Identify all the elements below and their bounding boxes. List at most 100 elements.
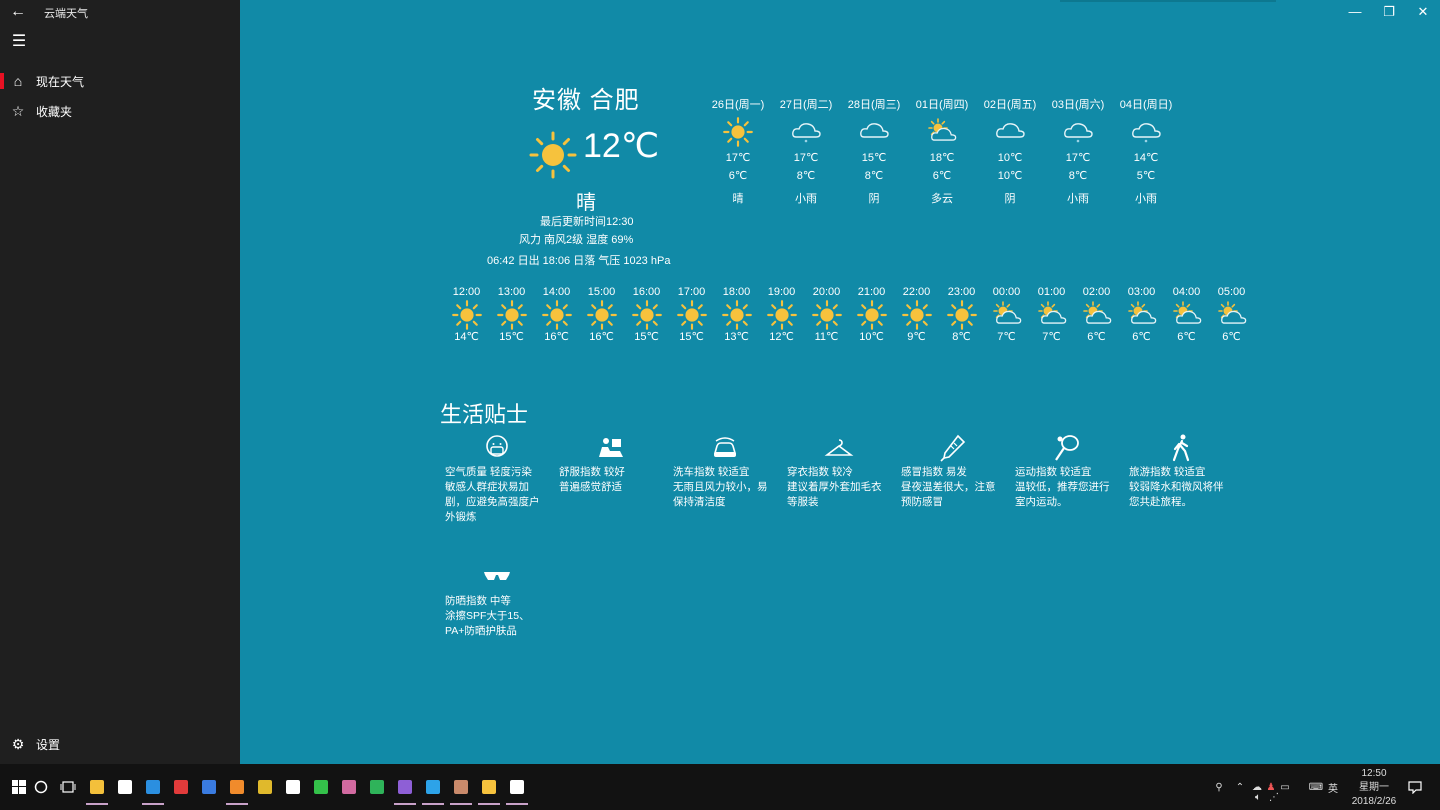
main-content: — ❐ ✕ 安徽 合肥 12℃ 晴 最后更新时间12:30 风力 南风2级 湿度… <box>240 0 1440 764</box>
app-glyph <box>370 780 384 794</box>
hour-time: 21:00 <box>857 286 886 298</box>
cloud-icon <box>996 123 1025 138</box>
sidebar-item-current-weather[interactable]: ⌂ 现在天气 <box>0 66 240 96</box>
app-glyph <box>90 780 104 794</box>
settings-app-icon[interactable] <box>502 767 532 807</box>
forecast-date: 03日(周六) <box>1051 99 1105 111</box>
hourly-forecast-item: 23:00 8℃ <box>939 285 984 344</box>
sun-icon <box>631 300 662 330</box>
forecast-low: 10℃ <box>997 170 1023 182</box>
forecast-low: 8℃ <box>796 170 816 182</box>
hamburger-menu-icon[interactable]: ☰ <box>8 32 30 52</box>
forecast-date: 04日(周日) <box>1119 99 1173 111</box>
tip-text: 空气质量 轻度污染 敏感人群症状易加剧，应避免高强度户外锻炼 <box>445 466 540 523</box>
tip-travel: 旅游指数 较适宜 较弱降水和微风将伴您共赴旅程。 <box>1126 433 1232 510</box>
hour-temp: 11℃ <box>814 331 839 343</box>
language-indicator[interactable]: 英 <box>1326 780 1340 795</box>
blue-app-icon[interactable] <box>194 767 224 807</box>
clock[interactable]: 12:50 星期一 2018/2/26 <box>1346 767 1402 809</box>
hour-time: 04:00 <box>1172 286 1201 298</box>
cloud-icon <box>860 123 889 138</box>
daily-forecast-item: 01日(周四) 18℃ 6℃ 多云 <box>908 97 976 207</box>
partly-cloudy-icon <box>992 301 1021 324</box>
cloud-app-icon[interactable] <box>334 767 364 807</box>
daily-forecast-item: 02日(周五) 10℃ 10℃ 阴 <box>976 97 1044 207</box>
store-icon[interactable] <box>110 767 140 807</box>
volume-icon[interactable]: 🔈︎ <box>1250 792 1266 803</box>
app-glyph <box>230 780 244 794</box>
last-updated: 最后更新时间12:30 <box>540 216 634 228</box>
hour-temp: 7℃ <box>997 331 1016 343</box>
keyboard-icon[interactable]: ⌨ <box>1306 782 1326 793</box>
app-glyph <box>118 780 132 794</box>
mail-icon[interactable] <box>278 767 308 807</box>
weather-app-icon[interactable] <box>474 767 504 807</box>
forecast-date: 26日(周一) <box>711 99 765 111</box>
hourly-forecast-item: 21:00 10℃ <box>849 285 894 344</box>
clock-time: 12:50 <box>1361 768 1387 779</box>
sun-icon <box>496 300 527 330</box>
people-icon[interactable]: ⚲ <box>1212 782 1226 793</box>
hourly-forecast-item: 02:00 6℃ <box>1074 285 1119 344</box>
app-glyph <box>258 780 272 794</box>
green-c-icon[interactable] <box>362 767 392 807</box>
wifi-icon[interactable]: ⋰ <box>1266 792 1282 803</box>
sun-icon <box>541 300 572 330</box>
sun-icon <box>856 300 887 330</box>
city-name: 安徽 合肥 <box>532 87 640 114</box>
hour-temp: 16℃ <box>589 331 614 343</box>
close-button[interactable]: ✕ <box>1406 0 1440 24</box>
daily-forecast: 26日(周一) 17℃ 6℃ 晴 27日(周二) 17℃ 8℃ 小雨 28日(周三) 15℃ 8℃ 阴… <box>704 97 1180 207</box>
partly-cloudy-icon <box>1082 301 1111 324</box>
partly-cloudy-icon <box>928 118 957 141</box>
sun-icon <box>586 300 617 330</box>
app-glyph <box>202 780 216 794</box>
photoshop-icon[interactable] <box>418 767 448 807</box>
back-arrow-icon[interactable]: ← <box>6 0 30 24</box>
minimize-button[interactable]: — <box>1338 0 1372 24</box>
hour-temp: 6℃ <box>1177 331 1196 343</box>
sidebar-item-settings[interactable]: ⚙ 设置 <box>0 729 240 759</box>
edge-icon[interactable] <box>138 767 168 807</box>
sunglasses-icon <box>484 572 510 580</box>
app-glyph <box>286 780 300 794</box>
hourly-forecast-item: 14:00 16℃ <box>534 285 579 344</box>
tip-car-wash: 洗车指数 较适宜 无雨且风力较小，易保持清洁度 <box>670 433 776 510</box>
red-app-icon[interactable] <box>166 767 196 807</box>
green-app-icon[interactable] <box>306 767 336 807</box>
chrome-icon[interactable] <box>250 767 280 807</box>
sidebar-item-label: 现在天气 <box>36 74 85 89</box>
daily-forecast-item: 03日(周六) 17℃ 8℃ 小雨 <box>1044 97 1112 207</box>
app-glyph <box>482 780 496 794</box>
partly-cloudy-icon <box>1037 301 1066 324</box>
chevron-up-icon[interactable]: ⌃ <box>1230 782 1250 793</box>
orange-app-icon[interactable] <box>222 767 252 807</box>
hourly-forecast-item: 13:00 15℃ <box>489 285 534 344</box>
sidebar-item-favorites[interactable]: ☆ 收藏夹 <box>0 96 240 126</box>
hourly-forecast-item: 19:00 12℃ <box>759 285 804 344</box>
hour-time: 15:00 <box>587 286 616 298</box>
app-glyph <box>398 780 412 794</box>
sun-icon <box>901 300 932 330</box>
hour-temp: 15℃ <box>499 331 524 343</box>
task-view-icon[interactable] <box>53 767 83 807</box>
hour-time: 23:00 <box>947 286 976 298</box>
app-glyph <box>314 780 328 794</box>
sidebar-item-label: 收藏夹 <box>36 104 73 119</box>
forecast-high: 17℃ <box>725 152 751 164</box>
file-explorer-icon[interactable] <box>82 767 112 807</box>
mask-icon <box>486 435 508 457</box>
tip-text: 穿衣指数 较冷 建议着厚外套加毛衣等服装 <box>787 466 882 508</box>
forecast-high: 18℃ <box>929 152 955 164</box>
visual-studio-icon[interactable] <box>390 767 420 807</box>
notification-icon[interactable] <box>1400 767 1430 807</box>
hour-temp: 7℃ <box>1042 331 1061 343</box>
avatar-app-icon[interactable] <box>446 767 476 807</box>
sofa-icon <box>599 438 623 457</box>
hour-temp: 8℃ <box>952 331 971 343</box>
restore-button[interactable]: ❐ <box>1372 0 1406 24</box>
forecast-condition: 小雨 <box>795 193 817 205</box>
hour-time: 19:00 <box>767 286 796 298</box>
hour-time: 02:00 <box>1082 286 1111 298</box>
search-circle-icon[interactable] <box>26 767 56 807</box>
